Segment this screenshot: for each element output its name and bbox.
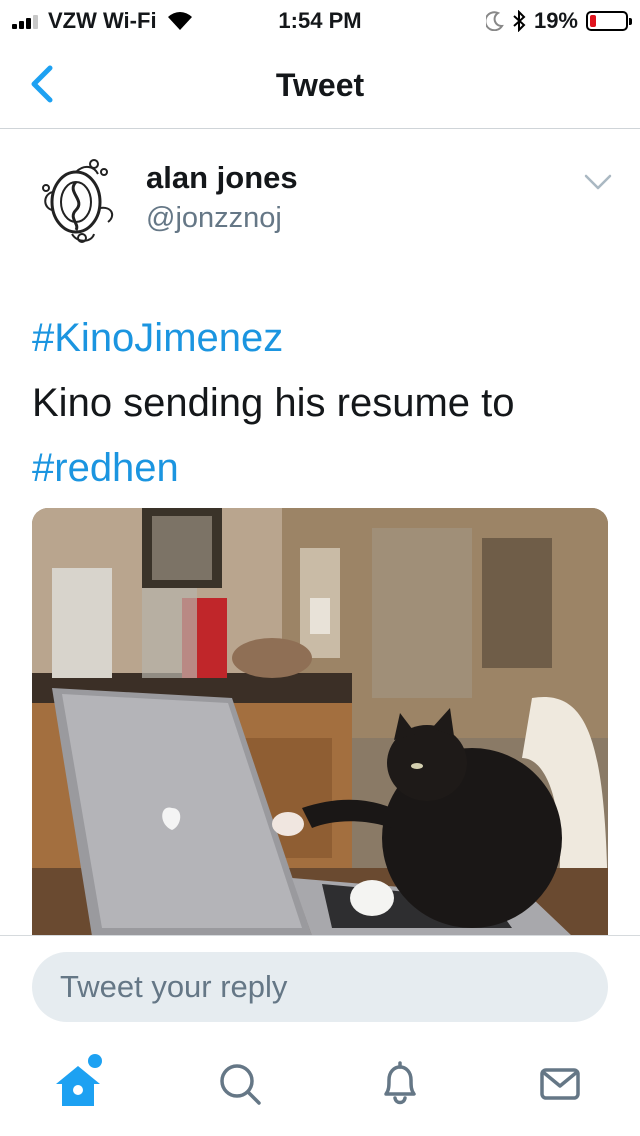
notification-dot bbox=[88, 1054, 102, 1068]
tab-notifications[interactable] bbox=[370, 1054, 430, 1114]
avatar[interactable] bbox=[32, 152, 128, 248]
mail-icon bbox=[540, 1068, 580, 1100]
cat-laptop-gif bbox=[32, 508, 608, 936]
avatar-emblem-icon bbox=[42, 159, 114, 243]
page-title: Tweet bbox=[275, 67, 365, 103]
bluetooth-icon bbox=[513, 10, 526, 32]
tab-bar bbox=[0, 1036, 640, 1136]
tweet-header: alan jones @jonzznoj bbox=[0, 140, 640, 250]
status-right: 19% bbox=[478, 8, 632, 34]
nav-bar: Tweet bbox=[0, 40, 640, 129]
search-icon bbox=[220, 1064, 261, 1105]
reply-input[interactable]: Tweet your reply bbox=[32, 952, 608, 1022]
tab-search[interactable] bbox=[210, 1054, 270, 1114]
tweet-text: #KinoJimenez Kino sending his resume to … bbox=[32, 306, 612, 501]
hashtag-link[interactable]: #redhen bbox=[32, 436, 612, 501]
battery-level bbox=[590, 15, 596, 27]
battery-percent: 19% bbox=[533, 8, 578, 33]
author-name[interactable]: alan jones bbox=[146, 160, 298, 196]
author-handle[interactable]: @jonzznoj bbox=[146, 202, 282, 235]
battery-icon bbox=[586, 11, 632, 31]
hashtag-link[interactable]: #KinoJimenez bbox=[32, 306, 612, 371]
tweet-body-text: Kino sending his resume to bbox=[32, 381, 515, 425]
tab-messages[interactable] bbox=[530, 1054, 590, 1114]
moon-icon bbox=[485, 11, 504, 31]
reply-bar: Tweet your reply bbox=[0, 935, 640, 1036]
tweet-media[interactable] bbox=[32, 508, 608, 936]
tweet-menu-button[interactable] bbox=[580, 170, 616, 194]
status-bar: VZW Wi-Fi 1:54 PM 19% bbox=[0, 0, 640, 40]
bell-icon bbox=[384, 1061, 416, 1105]
chevron-down-icon bbox=[584, 174, 612, 190]
